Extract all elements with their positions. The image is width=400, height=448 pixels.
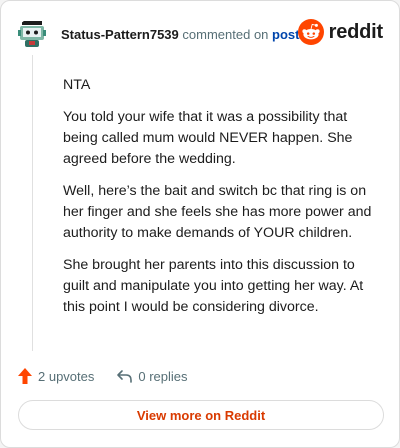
comment-paragraph: She brought her parents into this discus… <box>63 257 364 315</box>
commented-on-text: commented on <box>182 26 269 42</box>
comment-meta: Status-Pattern7539 commented on post <box>61 27 299 42</box>
snoo-avatar-icon <box>18 21 46 47</box>
reddit-wordmark: reddit <box>328 20 384 43</box>
comment-paragraph: You told your wife that it was a possibi… <box>63 109 353 167</box>
reply-count: 0 replies <box>138 368 188 384</box>
comment-body: NTA You told your wife that it was a pos… <box>63 75 373 329</box>
comment-paragraph: NTA <box>63 77 91 93</box>
user-avatar[interactable] <box>17 18 49 50</box>
upvote-button[interactable]: 2 upvotes <box>17 367 94 385</box>
upvote-count: 2 upvotes <box>38 368 95 384</box>
username-link[interactable]: Status-Pattern7539 <box>61 27 179 42</box>
post-link[interactable]: post <box>272 27 299 42</box>
comment-actions: 2 upvotes 0 replies <box>17 365 188 387</box>
comment-embed-card: Status-Pattern7539 commented on post red… <box>0 0 400 448</box>
reddit-alien-icon <box>297 19 324 45</box>
view-more-button[interactable]: View more on Reddit <box>18 400 384 430</box>
reply-button[interactable]: 0 replies <box>116 368 188 384</box>
comment-header: Status-Pattern7539 commented on post red… <box>17 17 383 51</box>
reply-arrow-icon <box>117 370 133 383</box>
reddit-logo[interactable]: reddit <box>297 19 384 45</box>
comment-paragraph: Well, here’s the bait and switch bc that… <box>63 183 372 241</box>
upvote-arrow-icon <box>18 368 32 384</box>
thread-line <box>32 55 33 351</box>
